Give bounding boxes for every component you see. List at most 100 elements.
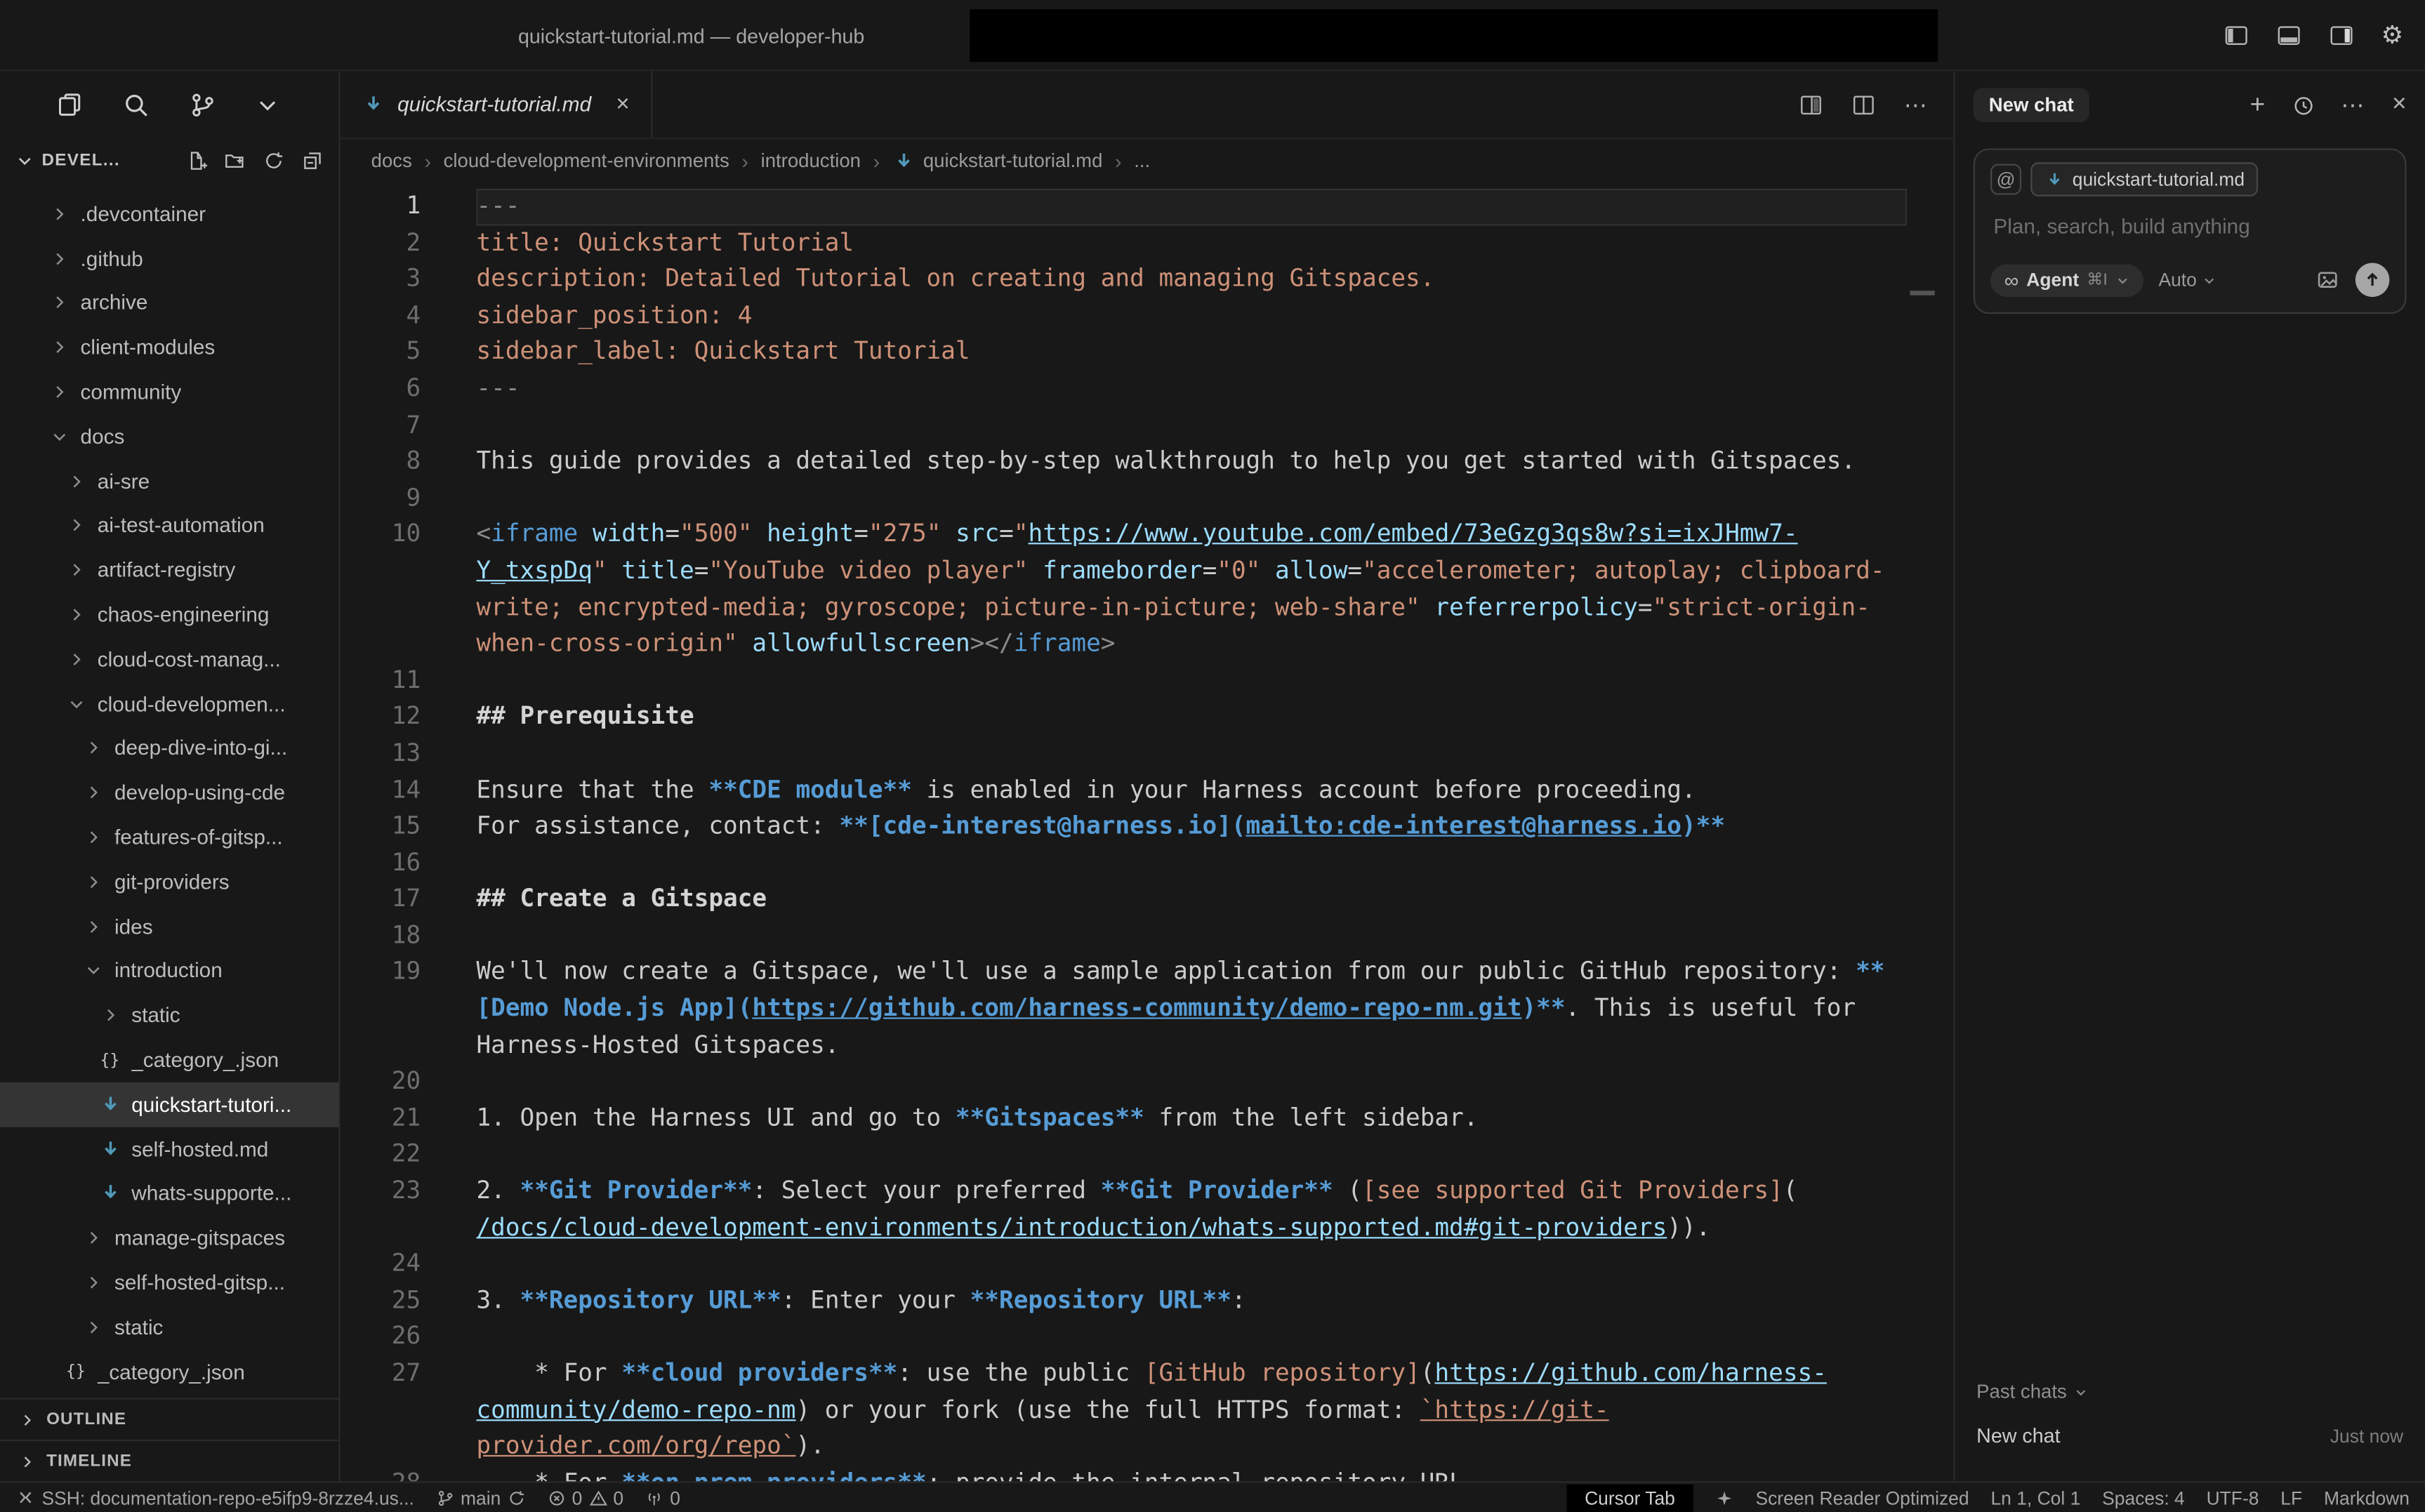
editor-line[interactable]: 12## Prerequisite bbox=[341, 699, 1954, 736]
more-actions-icon[interactable]: ⋯ bbox=[2341, 91, 2365, 119]
tree-item[interactable]: {}_category_.json bbox=[0, 1037, 338, 1082]
editor-line[interactable]: 4sidebar_position: 4 bbox=[341, 298, 1954, 335]
eol-status[interactable]: LF bbox=[2280, 1487, 2302, 1508]
tree-item[interactable]: archive bbox=[0, 281, 338, 325]
tree-item[interactable]: introduction bbox=[0, 949, 338, 993]
editor-line[interactable]: 7 bbox=[341, 408, 1954, 444]
tree-item[interactable]: .github bbox=[0, 237, 338, 281]
screen-reader-status[interactable]: Screen Reader Optimized bbox=[1755, 1487, 1969, 1508]
tree-item[interactable]: artifact-registry bbox=[0, 548, 338, 592]
editor-line[interactable]: 17## Create a Gitspace bbox=[341, 882, 1954, 918]
tree-item[interactable]: community bbox=[0, 370, 338, 414]
settings-gear-icon[interactable]: ⚙ bbox=[2381, 20, 2404, 51]
more-actions-icon[interactable]: ⋯ bbox=[1904, 91, 1929, 119]
explorer-icon[interactable] bbox=[55, 91, 84, 119]
indentation-status[interactable]: Spaces: 4 bbox=[2102, 1487, 2185, 1508]
recent-chat-item[interactable]: New chat Just now bbox=[1976, 1418, 2403, 1454]
new-chat-icon[interactable]: + bbox=[2249, 90, 2265, 121]
split-editor-icon[interactable] bbox=[1851, 92, 1876, 117]
past-chats-toggle[interactable]: Past chats bbox=[1976, 1381, 2403, 1402]
editor-line[interactable]: 20 bbox=[341, 1064, 1954, 1101]
explorer-section-header[interactable]: DEVEL... bbox=[0, 139, 338, 183]
editor-line[interactable]: 1--- bbox=[341, 189, 1954, 225]
editor-line[interactable]: 3description: Detailed Tutorial on creat… bbox=[341, 262, 1954, 298]
editor-line[interactable]: 9 bbox=[341, 481, 1954, 517]
toggle-primary-sidebar-icon[interactable] bbox=[2224, 23, 2248, 48]
tree-item[interactable]: static bbox=[0, 1305, 338, 1349]
breadcrumb-item[interactable]: ... bbox=[1134, 150, 1150, 172]
tree-item[interactable]: develop-using-cde bbox=[0, 771, 338, 815]
editor-pane[interactable]: 1---2title: Quickstart Tutorial3descript… bbox=[341, 183, 1954, 1481]
chat-input[interactable]: Plan, search, build anything bbox=[1993, 215, 2386, 238]
send-button[interactable] bbox=[2355, 263, 2389, 296]
chat-tab[interactable]: New chat bbox=[1974, 88, 2089, 122]
tree-item[interactable]: chaos-engineering bbox=[0, 592, 338, 637]
refresh-icon[interactable] bbox=[263, 150, 284, 172]
new-file-icon[interactable] bbox=[185, 150, 207, 172]
tree-item[interactable]: cloud-developmen... bbox=[0, 682, 338, 726]
model-selector[interactable]: Auto bbox=[2158, 269, 2216, 291]
editor-line[interactable]: 19We'll now create a Gitspace, we'll use… bbox=[341, 955, 1954, 1064]
ports-status[interactable]: 0 bbox=[645, 1487, 680, 1508]
context-file-chip[interactable]: quickstart-tutorial.md bbox=[2030, 162, 2259, 196]
breadcrumb-item[interactable]: quickstart-tutorial.md bbox=[892, 150, 1103, 173]
outline-section[interactable]: OUTLINE bbox=[0, 1398, 338, 1439]
tree-item[interactable]: ides bbox=[0, 904, 338, 948]
history-icon[interactable] bbox=[2292, 93, 2315, 117]
editor-line[interactable]: 5sidebar_label: Quickstart Tutorial bbox=[341, 335, 1954, 371]
agent-mode-selector[interactable]: ∞ Agent ⌘I bbox=[1990, 264, 2143, 296]
cursor-position-status[interactable]: Ln 1, Col 1 bbox=[1990, 1487, 2080, 1508]
chat-input-card[interactable]: @ quickstart-tutorial.md Plan, search, b… bbox=[1974, 148, 2407, 314]
editor-line[interactable]: 27 * For **cloud providers**: use the pu… bbox=[341, 1356, 1954, 1466]
tree-item[interactable]: cloud-cost-manag... bbox=[0, 637, 338, 681]
tree-item[interactable]: ai-test-automation bbox=[0, 503, 338, 548]
tab-quickstart-tutorial[interactable]: quickstart-tutorial.md × bbox=[341, 71, 653, 138]
editor-line[interactable]: 253. **Repository URL**: Enter your **Re… bbox=[341, 1283, 1954, 1320]
editor-line[interactable]: 14Ensure that the **CDE module** is enab… bbox=[341, 772, 1954, 809]
tree-item[interactable]: manage-gitspaces bbox=[0, 1216, 338, 1260]
tree-item[interactable]: self-hosted-gitsp... bbox=[0, 1261, 338, 1305]
search-icon[interactable] bbox=[122, 91, 150, 119]
editor-line[interactable]: 8This guide provides a detailed step-by-… bbox=[341, 444, 1954, 481]
editor-line[interactable]: 26 bbox=[341, 1320, 1954, 1356]
tree-item[interactable]: client-modules bbox=[0, 325, 338, 369]
problems-status[interactable]: 0 0 bbox=[547, 1487, 623, 1508]
encoding-status[interactable]: UTF-8 bbox=[2207, 1487, 2259, 1508]
tree-item[interactable]: ai-sre bbox=[0, 459, 338, 503]
close-tab-icon[interactable]: × bbox=[616, 91, 629, 117]
breadcrumb-item[interactable]: cloud-development-environments bbox=[444, 150, 729, 172]
tree-item[interactable]: self-hosted.md bbox=[0, 1127, 338, 1171]
editor-line[interactable]: 22 bbox=[341, 1137, 1954, 1174]
sparkle-status[interactable] bbox=[1715, 1488, 1733, 1506]
tree-item[interactable]: whats-supporte... bbox=[0, 1172, 338, 1216]
tree-item[interactable]: {}_category_.json bbox=[0, 1349, 338, 1393]
tree-item[interactable]: static bbox=[0, 993, 338, 1037]
editor-line[interactable]: 11 bbox=[341, 663, 1954, 699]
editor-line[interactable]: 13 bbox=[341, 736, 1954, 772]
editor-line[interactable]: 211. Open the Harness UI and go to **Git… bbox=[341, 1101, 1954, 1137]
close-panel-icon[interactable]: × bbox=[2392, 91, 2407, 119]
editor-line[interactable]: 232. **Git Provider**: Select your prefe… bbox=[341, 1174, 1954, 1247]
language-mode-status[interactable]: Markdown bbox=[2324, 1487, 2410, 1508]
new-folder-icon[interactable] bbox=[224, 150, 246, 172]
tree-item[interactable]: deep-dive-into-gi... bbox=[0, 726, 338, 770]
image-icon[interactable] bbox=[2315, 267, 2340, 292]
chevron-down-icon[interactable] bbox=[255, 93, 279, 117]
editor-line[interactable]: 15For assistance, contact: **[cde-intere… bbox=[341, 809, 1954, 845]
tree-item[interactable]: git-providers bbox=[0, 860, 338, 904]
tree-item[interactable]: .devcontainer bbox=[0, 192, 338, 236]
collapse-all-icon[interactable] bbox=[302, 150, 324, 172]
editor-line[interactable]: 16 bbox=[341, 845, 1954, 882]
editor-line[interactable]: 28 * For **on-prem providers**: provide … bbox=[341, 1466, 1954, 1482]
cursor-tab-status[interactable]: Cursor Tab bbox=[1566, 1484, 1694, 1512]
tree-item[interactable]: docs bbox=[0, 414, 338, 458]
toggle-secondary-sidebar-icon[interactable] bbox=[2329, 23, 2353, 48]
source-control-icon[interactable] bbox=[189, 91, 217, 119]
tree-item[interactable]: quickstart-tutori... bbox=[0, 1082, 338, 1127]
editor-line[interactable]: 18 bbox=[341, 918, 1954, 955]
add-context-button[interactable]: @ bbox=[1990, 164, 2021, 194]
toggle-panel-icon[interactable] bbox=[2276, 23, 2301, 48]
editor-line[interactable]: 10<iframe width="500" height="275" src="… bbox=[341, 517, 1954, 663]
git-branch-status[interactable]: main bbox=[436, 1487, 526, 1508]
timeline-section[interactable]: TIMELINE bbox=[0, 1440, 338, 1481]
